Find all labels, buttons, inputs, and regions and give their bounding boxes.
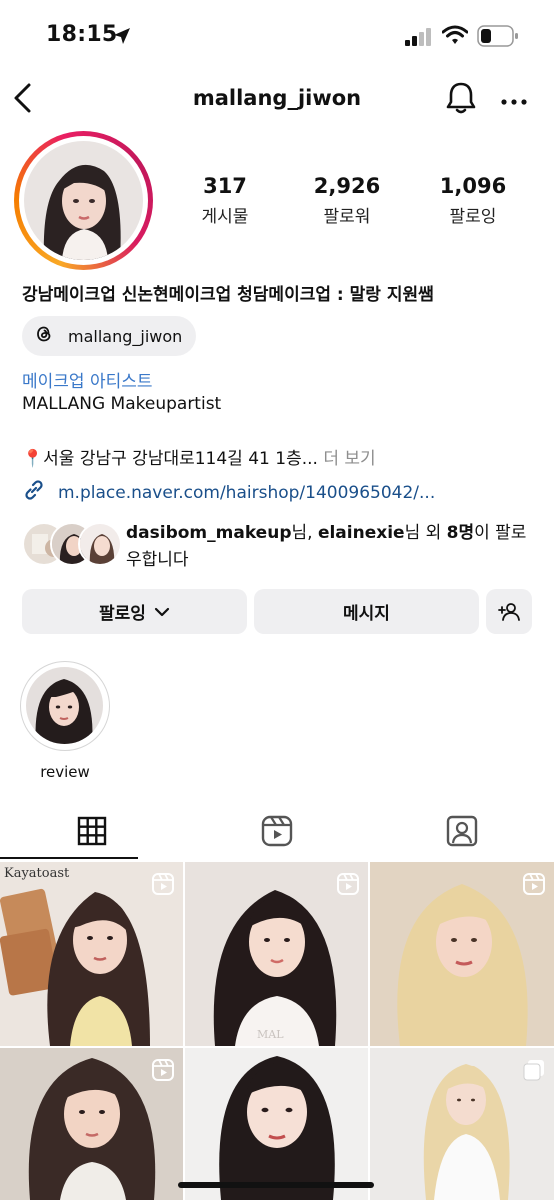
mutual-avatar	[78, 522, 122, 566]
chevron-down-icon	[154, 606, 170, 618]
see-more-link[interactable]: 더 보기	[318, 449, 375, 469]
mutual-user-2[interactable]: elainexie	[318, 523, 405, 543]
grid-post[interactable]	[0, 1048, 183, 1200]
posts-label: 게시물	[201, 207, 249, 227]
add-person-icon	[498, 602, 520, 622]
mutual-sep: 님,	[291, 523, 318, 543]
profile-category: 메이크업 아티스트	[22, 372, 153, 392]
reel-badge-icon	[522, 872, 546, 900]
profile-stats: 317 게시물 2,926 팔로워 1,096 팔로잉	[170, 174, 550, 234]
posts-grid: Kayatoast MAL	[0, 862, 554, 1200]
message-button[interactable]: 메시지	[254, 589, 479, 634]
location-arrow-icon	[112, 26, 132, 50]
highlight-cover	[26, 667, 103, 744]
following-stat[interactable]: 1,096 팔로잉	[418, 174, 528, 227]
threads-badge[interactable]: mallang_jiwon	[22, 316, 197, 356]
post-brand-text: Kayatoast	[4, 866, 70, 881]
followers-count: 2,926	[313, 174, 381, 198]
status-time: 18:15	[46, 22, 118, 47]
posts-stat[interactable]: 317 게시물	[170, 174, 280, 227]
reels-icon	[261, 815, 293, 847]
tab-posts-grid[interactable]	[0, 800, 184, 862]
profile-link-text: m.place.naver.com/hairshop/1400965042/..…	[58, 482, 436, 503]
profile-tabs	[0, 800, 554, 862]
profile-bio: MALLANG Makeupartist	[22, 394, 222, 414]
tagged-icon	[446, 815, 478, 847]
grid-icon	[77, 816, 107, 846]
following-button[interactable]: 팔로잉	[22, 589, 247, 634]
grid-post[interactable]	[370, 1048, 554, 1200]
carousel-badge-icon	[522, 1058, 546, 1086]
reel-badge-icon	[151, 872, 175, 900]
profile-avatar[interactable]	[24, 141, 143, 260]
story-highlight[interactable]: review	[20, 661, 110, 781]
tab-reels[interactable]	[185, 800, 369, 862]
grid-post[interactable]: MAL	[185, 862, 368, 1046]
link-chain-icon	[22, 478, 46, 507]
address-text: 서울 강남구 강남대로114길 41 1층...	[43, 449, 318, 469]
cellular-signal-icon	[405, 28, 433, 50]
threads-icon	[34, 324, 54, 348]
following-button-label: 팔로잉	[99, 604, 146, 624]
suggest-users-button[interactable]	[486, 589, 532, 634]
following-count: 1,096	[439, 174, 507, 198]
wifi-icon	[441, 25, 469, 49]
grid-post[interactable]	[185, 1048, 368, 1200]
mutual-followers-avatars[interactable]	[22, 522, 122, 568]
reel-badge-icon	[336, 872, 360, 900]
grid-post[interactable]: Kayatoast	[0, 862, 183, 1046]
grid-post[interactable]	[370, 862, 554, 1046]
mutual-count: 8명	[446, 523, 475, 543]
mutual-followers-text[interactable]: dasibom_makeup님, elainexie님 외 8명이 팔로우합니다	[126, 520, 536, 574]
tab-tagged[interactable]	[370, 800, 554, 862]
posts-count: 317	[203, 174, 247, 198]
mutual-user-1[interactable]: dasibom_makeup	[126, 523, 291, 543]
message-button-label: 메시지	[343, 604, 390, 624]
followers-stat[interactable]: 2,926 팔로워	[292, 174, 402, 227]
profile-address[interactable]: 📍서울 강남구 강남대로114길 41 1층... 더 보기	[22, 444, 376, 469]
active-tab-indicator	[0, 857, 138, 859]
home-indicator[interactable]	[178, 1182, 374, 1188]
story-ring[interactable]	[14, 131, 153, 270]
notification-bell-icon[interactable]	[444, 80, 478, 120]
map-pin-icon: 📍	[22, 449, 44, 469]
battery-icon	[477, 25, 519, 51]
followers-label: 팔로워	[323, 207, 371, 227]
mutual-mid: 님 외	[404, 523, 447, 543]
threads-handle: mallang_jiwon	[68, 326, 183, 346]
reel-badge-icon	[151, 1058, 175, 1086]
svg-text:MAL: MAL	[257, 1028, 284, 1041]
profile-full-name: 강남메이크업 신논현메이크업 청담메이크업 : 말랑 지원쌤	[22, 285, 434, 305]
profile-link[interactable]: m.place.naver.com/hairshop/1400965042/..…	[22, 478, 435, 507]
following-label: 팔로잉	[449, 207, 497, 227]
highlight-label: review	[40, 763, 90, 781]
status-bar: 18:15	[0, 0, 554, 70]
more-options-icon[interactable]	[500, 92, 528, 111]
